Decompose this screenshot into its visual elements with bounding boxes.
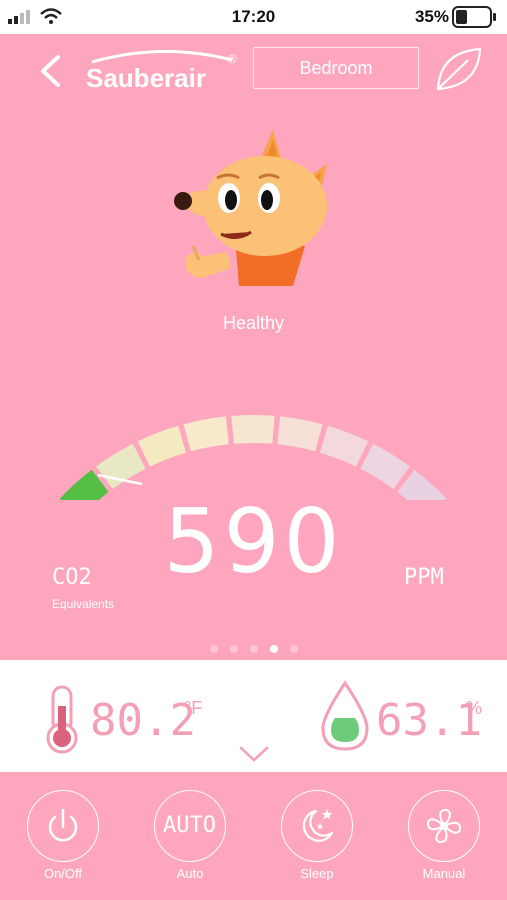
auto-icon: AUTO: [163, 813, 216, 838]
sleep-button[interactable]: [281, 790, 353, 862]
svg-text:®: ®: [228, 52, 237, 66]
fox-mascot-icon: [174, 130, 327, 286]
battery-percent: 35%: [414, 7, 449, 26]
reading-value: 590: [163, 490, 344, 593]
gauge-segment: [137, 425, 187, 467]
unit-label: PPM: [404, 565, 444, 590]
fan-icon: [426, 808, 462, 844]
svg-text:Sauberair: Sauberair: [86, 63, 206, 92]
temperature-unit: °F: [184, 698, 203, 718]
auto-label: Auto: [176, 866, 204, 881]
gauge-segment: [231, 415, 275, 444]
pollutant-sublabel: Equivalents: [52, 597, 115, 611]
sleep-label: Sleep: [300, 866, 334, 881]
thermometer-icon: [46, 685, 78, 754]
leaf-icon[interactable]: [434, 46, 484, 92]
page-dot[interactable]: [249, 645, 258, 653]
manual-button[interactable]: [408, 790, 480, 862]
page-dot[interactable]: [209, 645, 218, 653]
page-dot[interactable]: [289, 645, 298, 653]
chevron-down-icon[interactable]: [238, 744, 270, 764]
page-dot[interactable]: [269, 645, 278, 653]
page-dot[interactable]: [229, 645, 238, 653]
power-label: On/Off: [43, 866, 83, 881]
humidity-drop-icon: [321, 680, 369, 751]
manual-label: Manual: [422, 866, 466, 881]
gauge-segment: [277, 416, 323, 452]
status-bar: 17:20 35%: [0, 0, 507, 34]
page-indicator: [0, 640, 507, 653]
battery-icon: [452, 6, 496, 28]
humidity-unit: %: [466, 698, 483, 718]
power-button[interactable]: [27, 790, 99, 862]
air-quality-gauge: [59, 415, 447, 500]
gauge-segment: [183, 416, 229, 452]
pollutant-label: CO2: [52, 565, 92, 590]
gauge-segment: [360, 443, 410, 490]
room-selector-button[interactable]: Bedroom: [253, 47, 419, 89]
back-icon[interactable]: [38, 54, 64, 88]
gauge-segment: [397, 469, 447, 500]
gauge-segment: [59, 469, 109, 500]
auto-button[interactable]: AUTO: [154, 790, 226, 862]
gauge-segment: [319, 425, 369, 467]
temperature-value: 80.2: [90, 695, 196, 746]
power-icon: [48, 808, 78, 842]
brand-logo: Sauberair ®: [86, 50, 237, 92]
moon-stars-icon: [302, 809, 334, 842]
